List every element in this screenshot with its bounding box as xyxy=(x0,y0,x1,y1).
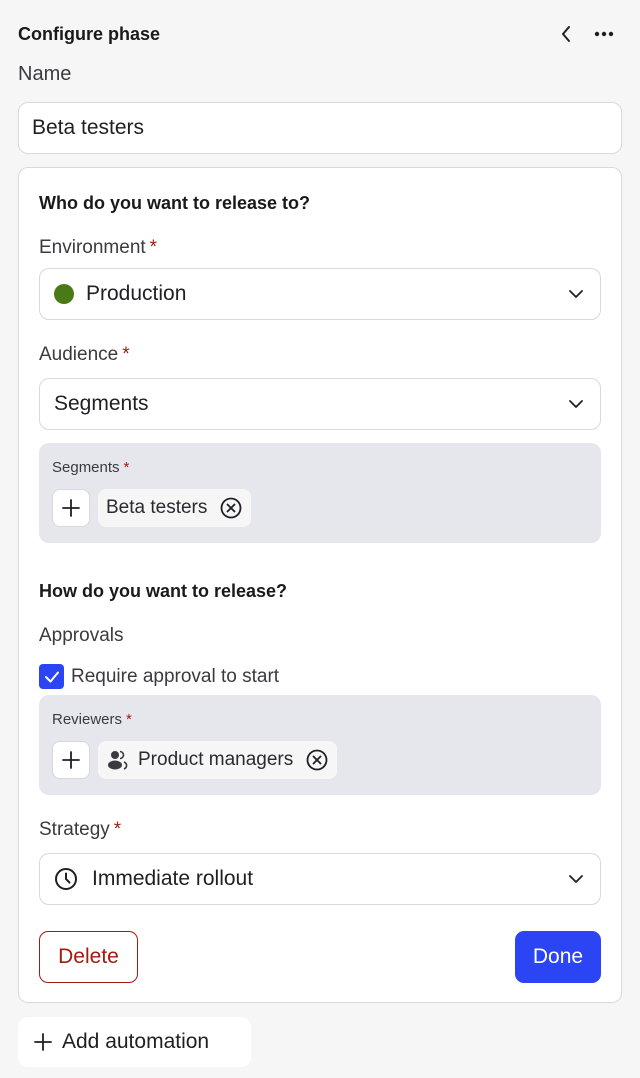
plus-icon xyxy=(62,499,80,517)
more-options-button[interactable] xyxy=(594,22,614,46)
reviewer-chip-label: Product managers xyxy=(138,749,294,770)
header-actions xyxy=(556,22,614,46)
who-section-title: Who do you want to release to? xyxy=(39,193,311,213)
name-input[interactable] xyxy=(18,102,622,154)
back-button[interactable] xyxy=(556,22,576,46)
segment-chip: Beta testers xyxy=(98,489,252,527)
add-automation-button[interactable]: Add automation xyxy=(18,1017,251,1067)
add-segment-button[interactable] xyxy=(52,489,90,527)
strategy-label: Strategy * xyxy=(39,819,121,841)
remove-reviewer-button[interactable] xyxy=(305,748,329,772)
required-mark: * xyxy=(149,237,158,258)
chevron-down-icon xyxy=(566,394,586,414)
environment-status-dot xyxy=(54,284,74,304)
strategy-select[interactable]: Immediate rollout xyxy=(39,853,601,905)
required-mark: * xyxy=(126,711,132,728)
chevron-left-icon xyxy=(562,26,570,42)
strategy-value: Immediate rollout xyxy=(92,867,254,890)
add-reviewer-button[interactable] xyxy=(52,741,90,779)
segments-label: Segments * xyxy=(52,459,129,476)
required-mark: * xyxy=(122,344,130,365)
required-mark: * xyxy=(123,459,130,476)
environment-label: Environment * xyxy=(39,237,157,259)
chevron-down-icon xyxy=(566,284,586,304)
segments-panel: Segments * Beta testers xyxy=(39,443,601,543)
phase-config-card: Who do you want to release to? Environme… xyxy=(18,167,622,1003)
approvals-label: Approvals xyxy=(39,625,124,646)
environment-select[interactable]: Production xyxy=(39,268,601,320)
delete-button[interactable]: Delete xyxy=(39,931,138,983)
require-approval-checkbox-row[interactable]: Require approval to start xyxy=(39,664,279,689)
reviewers-chip-row: Product managers xyxy=(52,741,338,779)
done-button[interactable]: Done xyxy=(515,931,601,983)
reviewer-chip: Product managers xyxy=(98,741,338,779)
strategy-label-text: Strategy xyxy=(39,819,110,840)
audience-value: Segments xyxy=(54,392,149,415)
close-circle-icon xyxy=(220,497,242,519)
remove-segment-button[interactable] xyxy=(219,496,243,520)
audience-select[interactable]: Segments xyxy=(39,378,601,430)
segments-chip-row: Beta testers xyxy=(52,489,252,527)
chevron-down-icon xyxy=(566,869,586,889)
people-icon xyxy=(108,750,128,770)
panel-header: Configure phase xyxy=(18,22,622,46)
environment-label-text: Environment xyxy=(39,237,146,258)
audience-label-text: Audience xyxy=(39,344,119,365)
reviewers-label-text: Reviewers xyxy=(52,711,123,728)
checkmark-icon xyxy=(44,671,59,682)
reviewers-panel: Reviewers * Product managers xyxy=(39,695,601,795)
more-horizontal-icon xyxy=(594,31,614,37)
environment-value: Production xyxy=(86,282,187,305)
close-circle-icon xyxy=(306,749,328,771)
required-mark: * xyxy=(113,819,122,840)
name-label: Name xyxy=(18,63,72,85)
clock-icon xyxy=(54,867,78,891)
how-section-title: How do you want to release? xyxy=(39,581,288,601)
require-approval-label: Require approval to start xyxy=(71,665,280,687)
require-approval-checkbox[interactable] xyxy=(39,664,64,689)
segments-label-text: Segments xyxy=(52,459,120,476)
page-title: Configure phase xyxy=(18,24,161,44)
add-automation-label: Add automation xyxy=(62,1030,210,1053)
audience-label: Audience * xyxy=(39,344,130,366)
plus-icon xyxy=(34,1033,52,1051)
plus-icon xyxy=(62,751,80,769)
reviewers-label: Reviewers * xyxy=(52,711,132,728)
segment-chip-label: Beta testers xyxy=(106,497,208,518)
